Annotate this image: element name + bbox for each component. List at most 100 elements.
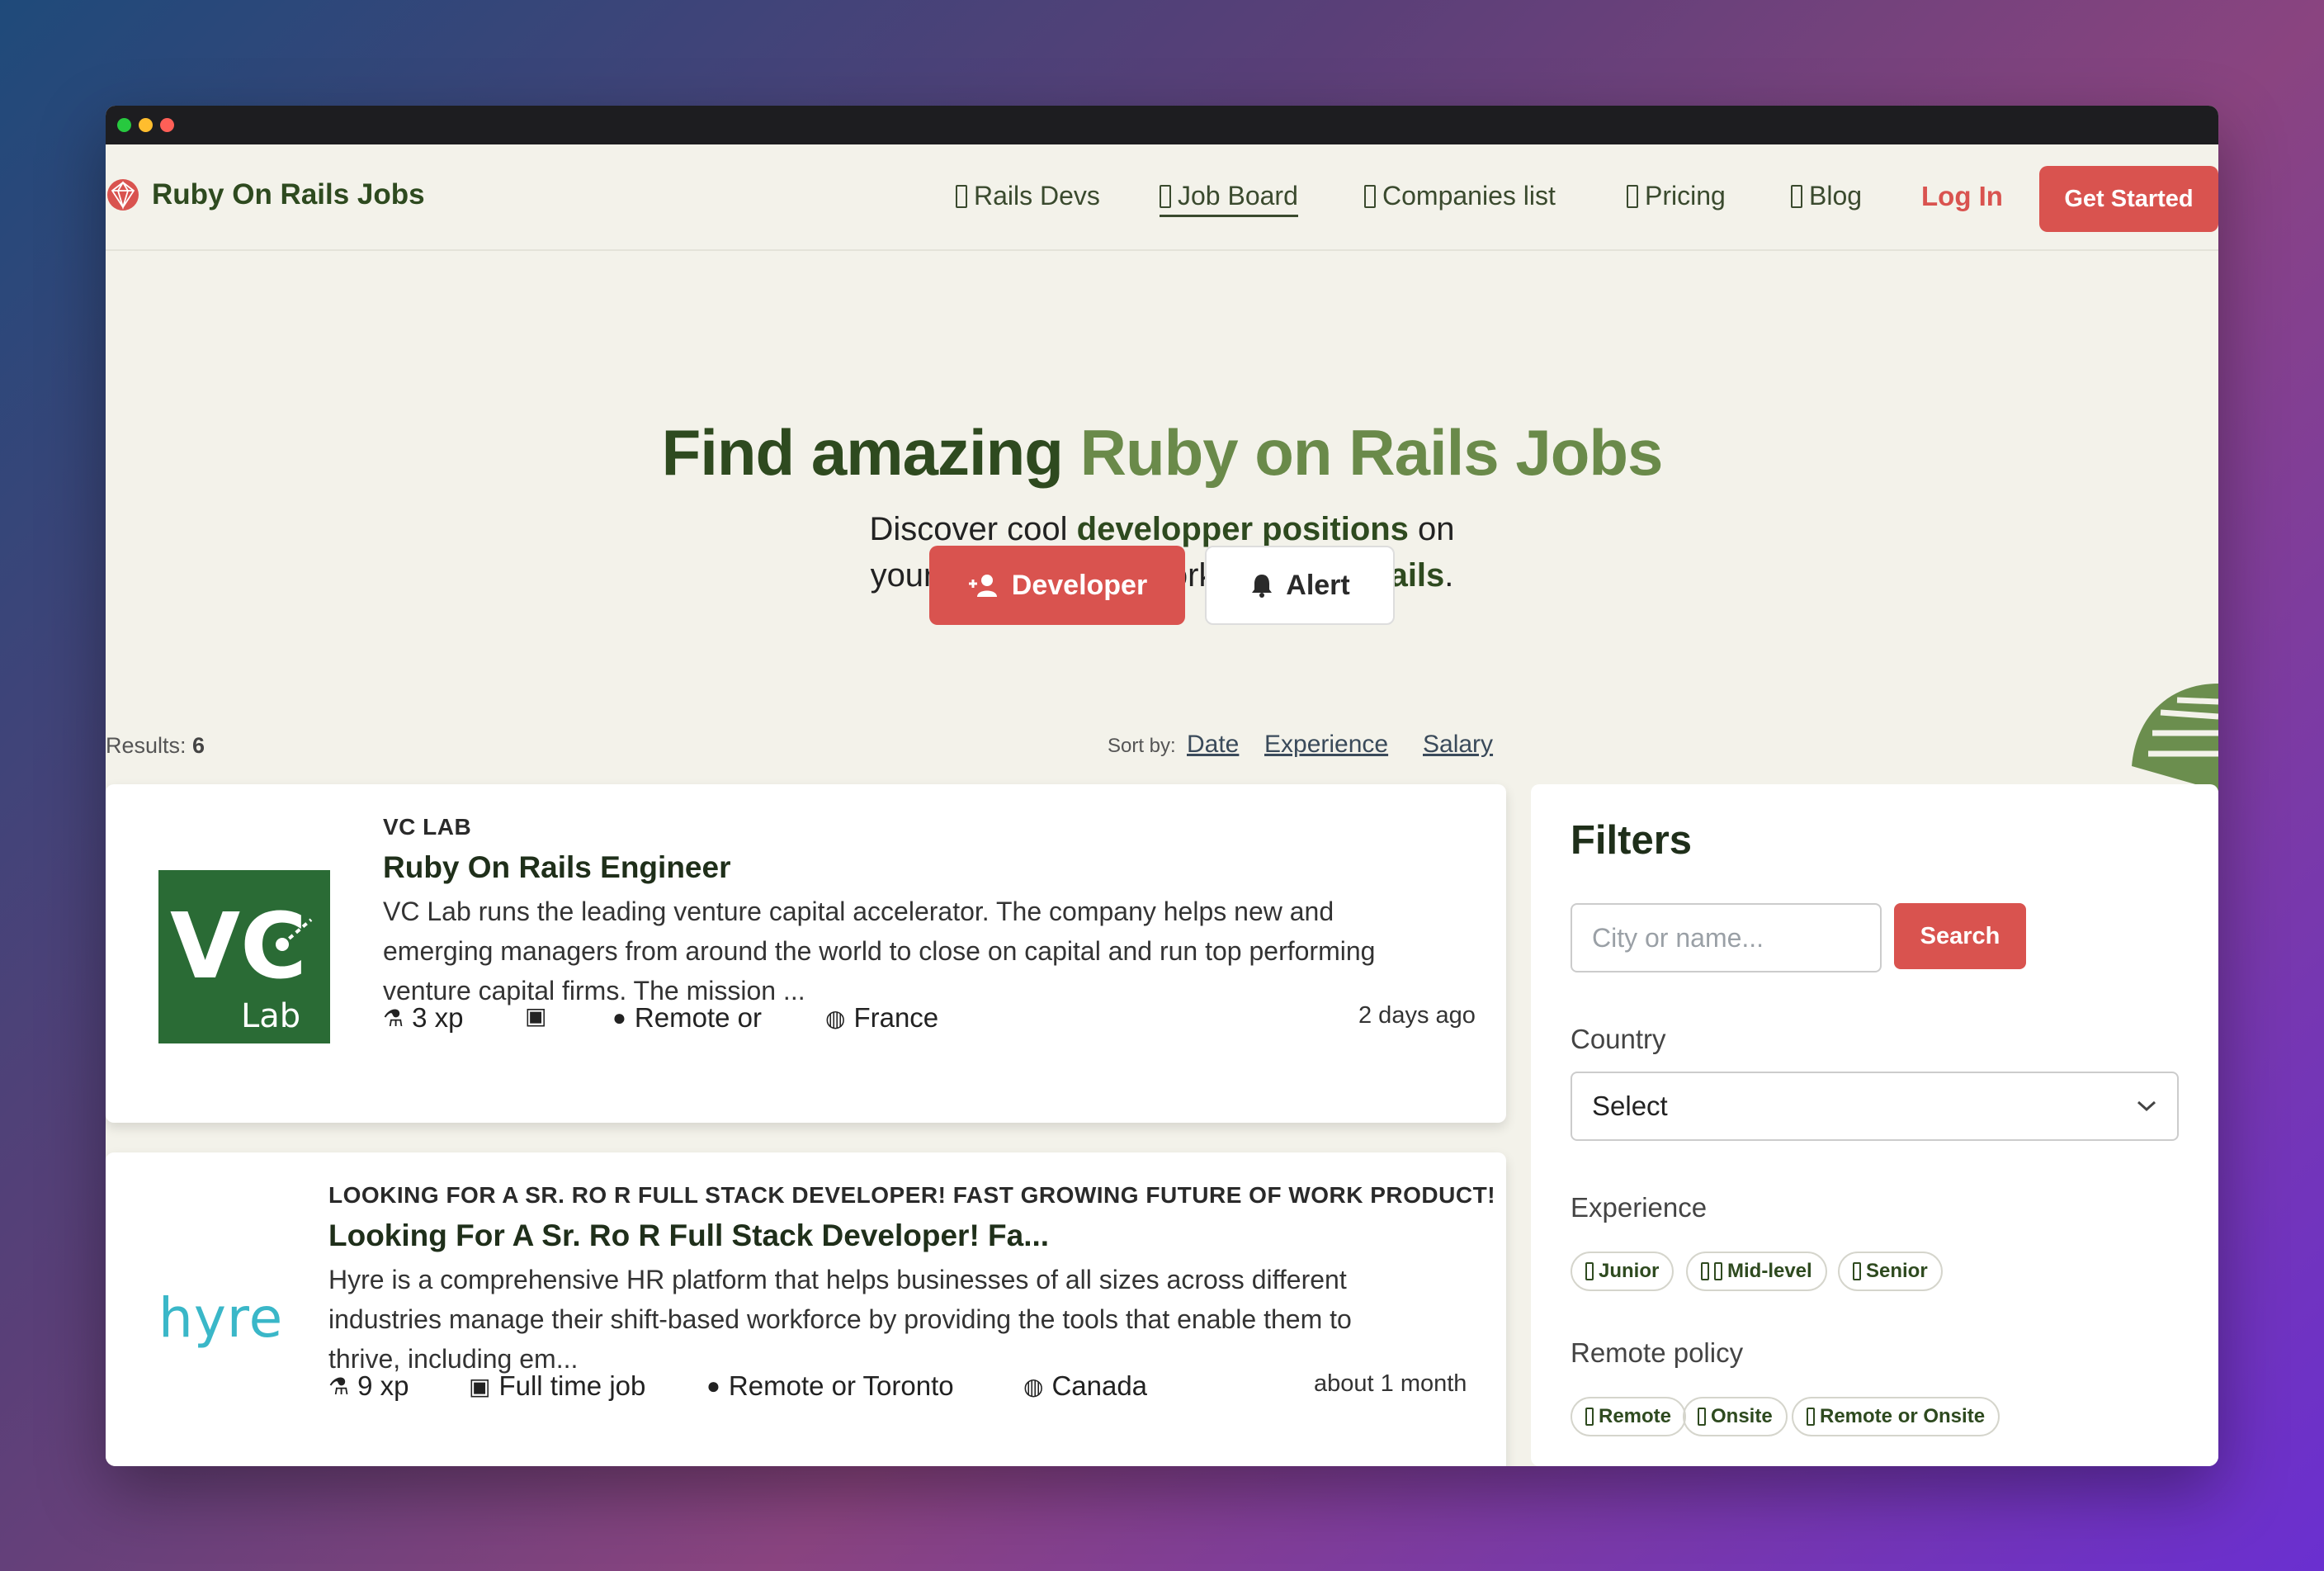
navbar: Ruby On Rails Jobs Rails Devs Job Board … <box>106 144 2218 251</box>
monstera-leaf-icon <box>2132 684 2218 791</box>
country-meta: ◍ Canada <box>1023 1370 1147 1402</box>
alert-button[interactable]: Alert <box>1205 546 1395 625</box>
job-card[interactable]: VC Lab VC LAB Ruby On Rails Engineer VC … <box>106 784 1506 1123</box>
sort-experience-link[interactable]: Experience <box>1264 731 1388 759</box>
bell-icon <box>1252 575 1273 598</box>
job-description-line: Hyre is a comprehensive HR platform that… <box>328 1265 1347 1294</box>
pill-label: Onsite <box>1711 1405 1773 1427</box>
logo-subtext: Lab <box>241 997 300 1035</box>
remote-meta: ● Remote or Toronto <box>706 1370 954 1402</box>
location-pin-icon: ● <box>706 1373 720 1398</box>
add-user-icon <box>968 575 997 597</box>
job-description: VC Lab runs the leading venture capital … <box>383 892 1375 1010</box>
window-maximize-button[interactable] <box>117 118 131 132</box>
nav-companies-list[interactable]: Companies list <box>1364 181 1556 211</box>
developer-button[interactable]: Developer <box>929 546 1185 625</box>
company-logo: VC Lab <box>158 870 330 1043</box>
search-input[interactable] <box>1571 903 1882 972</box>
experience-value: 9 xp <box>357 1370 409 1401</box>
filters-title: Filters <box>1571 818 1693 863</box>
pill-label: Remote <box>1599 1405 1672 1427</box>
filters-panel: Filters Search Country Select Experience… <box>1531 784 2218 1466</box>
experience-meta: ⚗ 9 xp <box>328 1370 409 1402</box>
nav-blog[interactable]: Blog <box>1791 181 1862 211</box>
nav-blog-label: Blog <box>1809 181 1863 211</box>
country-meta: ◍ France <box>825 1002 938 1034</box>
experience-pill-junior[interactable]: Junior <box>1571 1252 1675 1291</box>
company-name: VC LAB <box>383 814 472 840</box>
company-name: LOOKING FOR A SR. RO R FULL STACK DEVELO… <box>328 1182 1496 1208</box>
experience-value: 3 xp <box>412 1002 464 1033</box>
remote-pill-remote-or-onsite[interactable]: Remote or Onsite <box>1792 1397 2000 1436</box>
results-label: Results: <box>106 733 193 758</box>
results-number: 6 <box>192 733 205 758</box>
sort-salary-link[interactable]: Salary <box>1423 731 1493 759</box>
window-close-button[interactable] <box>160 118 174 132</box>
ruby-logo-icon <box>107 179 139 211</box>
pricing-icon <box>1627 185 1638 208</box>
job-title[interactable]: Looking For A Sr. Ro R Full Stack Develo… <box>328 1218 1049 1253</box>
hero-sub-text: on <box>1408 511 1455 547</box>
brand-link[interactable]: Ruby On Rails Jobs <box>106 177 425 212</box>
briefcase-icon: ▣ <box>469 1373 491 1399</box>
flask-icon: ⚗ <box>328 1373 350 1399</box>
rails-devs-icon <box>956 185 967 208</box>
hero-title-accent: Ruby on Rails Jobs <box>1079 416 1664 489</box>
remote-value: Remote or Toronto <box>728 1370 954 1401</box>
remote-meta: ● Remote or <box>612 1002 762 1034</box>
remote-pill-onsite[interactable]: Onsite <box>1683 1397 1788 1436</box>
job-type-value: Full time job <box>498 1370 646 1401</box>
pill-label: Junior <box>1599 1260 1660 1282</box>
experience-pill-senior[interactable]: Senior <box>1838 1252 1943 1291</box>
nav-rails-devs-label: Rails Devs <box>974 181 1100 211</box>
nav-job-board[interactable]: Job Board <box>1160 181 1298 217</box>
window-titlebar <box>106 106 2218 144</box>
remote-or-onsite-icon <box>1807 1408 1815 1426</box>
hero-sub-bold: developper positions <box>1076 511 1409 547</box>
senior-icon <box>1853 1262 1861 1280</box>
sort-date-link[interactable]: Date <box>1187 731 1239 759</box>
search-button[interactable]: Search <box>1894 903 2026 969</box>
results-count: Results: 6 <box>106 733 205 759</box>
job-description-line: VC Lab runs the leading venture capital … <box>383 897 1334 926</box>
briefcase-icon: ▣ <box>525 1003 547 1029</box>
remote-pill-remote[interactable]: Remote <box>1571 1397 1687 1436</box>
onsite-icon <box>1698 1408 1706 1426</box>
globe-icon: ◍ <box>825 1005 846 1031</box>
posted-time: about 1 month <box>1314 1370 1467 1397</box>
location-pin-icon: ● <box>612 1005 626 1030</box>
get-started-button[interactable]: Get Started <box>2039 166 2218 232</box>
nav-rails-devs[interactable]: Rails Devs <box>956 181 1100 211</box>
brand-name: Ruby On Rails Jobs <box>152 178 425 211</box>
job-card[interactable]: hyre LOOKING FOR A SR. RO R FULL STACK D… <box>106 1152 1506 1466</box>
hero-title-part1: Find amazing <box>661 416 1080 489</box>
browser-window: Ruby On Rails Jobs Rails Devs Job Board … <box>106 106 2218 1466</box>
job-title[interactable]: Ruby On Rails Engineer <box>383 850 730 885</box>
pill-label: Mid-level <box>1727 1260 1812 1282</box>
remote-value: Remote or <box>634 1002 762 1033</box>
chevron-down-icon <box>2137 1100 2156 1112</box>
sort-label: Sort by: <box>1108 735 1176 757</box>
nav-companies-list-label: Companies list <box>1382 181 1556 211</box>
mid-level-icon <box>1714 1262 1722 1280</box>
job-type-meta: ▣ <box>525 1002 555 1029</box>
country-select[interactable]: Select <box>1571 1072 2179 1141</box>
hero-title: Find amazing Ruby on Rails Jobs <box>106 415 2218 490</box>
window-minimize-button[interactable] <box>139 118 153 132</box>
hero-sub-text: Discover cool <box>869 511 1077 547</box>
login-link[interactable]: Log In <box>1921 181 2003 212</box>
remote-icon <box>1585 1408 1594 1426</box>
junior-icon <box>1585 1262 1594 1280</box>
country-select-value: Select <box>1592 1091 1668 1121</box>
experience-meta: ⚗ 3 xp <box>383 1002 463 1034</box>
experience-pill-mid-level[interactable]: Mid-level <box>1686 1252 1827 1291</box>
experience-label: Experience <box>1571 1192 1708 1223</box>
vc-lab-logo-icon: VC Lab <box>170 893 313 1035</box>
mid-level-icon <box>1701 1262 1709 1280</box>
companies-icon <box>1364 185 1376 208</box>
country-value: France <box>853 1002 939 1033</box>
blog-icon <box>1791 185 1802 208</box>
job-type-meta: ▣ Full time job <box>469 1370 645 1402</box>
nav-pricing[interactable]: Pricing <box>1627 181 1726 211</box>
hero-sub-text: . <box>1444 557 1454 594</box>
